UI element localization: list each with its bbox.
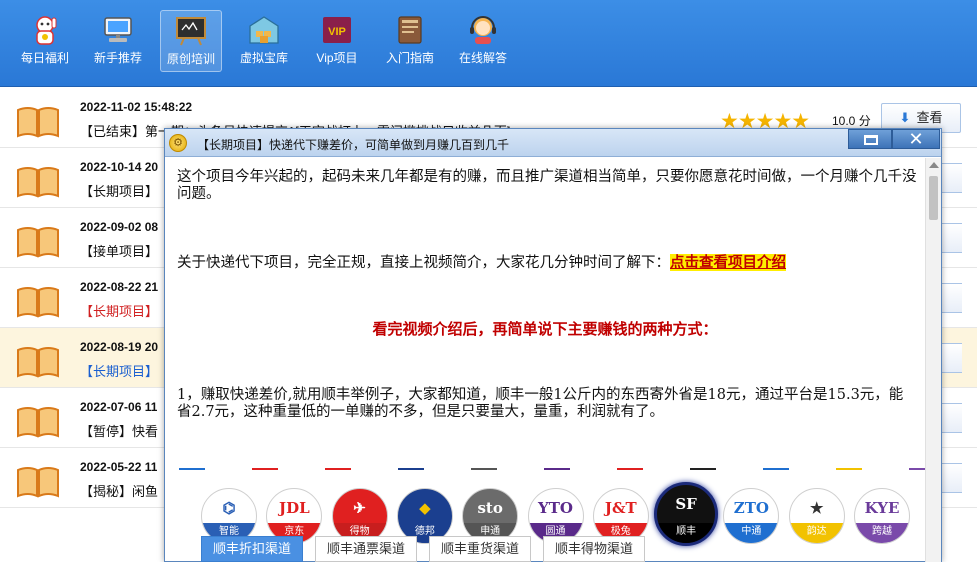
video-paragraph: 关于快递代下项目，完全正规，直接上视频简介，大家花几分钟时间了解下：点击查看项目… <box>177 251 917 272</box>
section-heading: 看完视频介绍后，再简单说下主要赚钱的两种方式： <box>372 320 718 338</box>
open-book-icon <box>17 467 59 498</box>
color-divider <box>175 468 925 470</box>
courier-mark: ZTO <box>733 499 769 517</box>
toolbar-item-virtual-treasury[interactable]: 虚拟宝库 <box>233 10 295 72</box>
computer-icon <box>104 17 132 42</box>
download-arrow-icon: ⬇ <box>899 110 911 125</box>
divider-dash <box>763 468 789 470</box>
toolbar-item-label: 入门指南 <box>385 51 434 65</box>
toolbar-item-label: 原创培训 <box>166 52 215 66</box>
divider-dash <box>325 468 351 470</box>
toolbar-item-label: 虚拟宝库 <box>239 51 288 65</box>
svg-text:VIP: VIP <box>328 26 346 38</box>
toolbar-item-original-training[interactable]: 原创培训 <box>160 10 222 72</box>
row-date: 2022-07-06 11 <box>80 400 158 414</box>
courier-mark: JDL <box>278 499 310 517</box>
video-text: 关于快递代下项目，完全正规，直接上视频简介，大家花几分钟时间了解下： <box>177 255 670 271</box>
blackboard-icon <box>176 17 206 46</box>
tab-sf-heavy[interactable]: 顺丰重货渠道 <box>429 536 531 562</box>
courier-mark: ⌬ <box>222 499 236 517</box>
support-agent-icon <box>470 16 496 44</box>
toolbar-item-label: 在线解答 <box>458 51 507 65</box>
main-toolbar: 每日福利 新手推荐 原创培训 虚拟宝库 VIP Vip项目 入门指南 在线解答 <box>0 0 977 87</box>
open-book-icon <box>17 167 59 198</box>
channel-tabs: 顺丰折扣渠道 顺丰通票渠道 顺丰重货渠道 顺丰得物渠道 <box>201 536 921 562</box>
dialog-content: 这个项目今年兴起的，起码未来几年都是有的赚，而且推广渠道相当简单，只要你愿意花时… <box>165 158 925 562</box>
toolbar-item-beginner-guide[interactable]: 入门指南 <box>379 10 441 72</box>
maximize-button[interactable] <box>848 129 892 149</box>
divider-dash <box>398 468 424 470</box>
row-date: 2022-09-02 08 <box>80 220 159 234</box>
open-book-icon <box>17 227 59 258</box>
divider-dash <box>690 468 716 470</box>
row-date: 2022-08-19 20 <box>80 340 159 354</box>
maximize-icon <box>864 135 878 145</box>
toolbar-item-newbie[interactable]: 新手推荐 <box>87 10 149 72</box>
courier-mark: ★ <box>809 499 824 517</box>
scroll-thumb[interactable] <box>929 176 938 220</box>
row-date: 2022-11-02 15:48:22 <box>80 100 193 114</box>
courier-mark: ◆ <box>419 499 431 517</box>
toolbar-item-online-answers[interactable]: 在线解答 <box>452 10 514 72</box>
row-date: 2022-10-14 20 <box>80 160 159 174</box>
courier-mark: YTO <box>538 499 573 517</box>
app-logo-icon: ⚙ <box>169 134 187 152</box>
divider-dash <box>836 468 862 470</box>
divider-dash <box>252 468 278 470</box>
scroll-up-arrow-icon[interactable] <box>929 162 939 168</box>
close-icon: ✕ <box>908 129 924 149</box>
lucky-cat-icon <box>36 16 57 45</box>
toolbar-item-daily-welfare[interactable]: 每日福利 <box>14 10 76 72</box>
courier-mark: ✈ <box>353 499 366 517</box>
courier-mark: SF <box>675 495 697 513</box>
toolbar-item-label: Vip项目 <box>316 51 358 65</box>
row-date: 2022-05-22 11 <box>80 460 158 474</box>
courier-mark: KYE <box>864 499 900 517</box>
divider-dash <box>617 468 643 470</box>
courier-mark: sto <box>477 499 503 517</box>
vip-icon: VIP <box>323 17 351 43</box>
warehouse-icon <box>249 16 279 44</box>
close-button[interactable]: ✕ <box>892 129 940 149</box>
open-book-icon <box>17 287 59 318</box>
view-intro-link[interactable]: 点击查看项目介绍 <box>670 254 786 271</box>
tab-sf-dewu[interactable]: 顺丰得物渠道 <box>543 536 645 562</box>
toolbar-item-label: 每日福利 <box>20 51 69 65</box>
divider-dash <box>909 468 925 470</box>
tab-sf-general[interactable]: 顺丰通票渠道 <box>315 536 417 562</box>
divider-dash <box>544 468 570 470</box>
toolbar-item-label: 新手推荐 <box>93 51 142 65</box>
dialog-caption: 【长期项目】快递代下赚差价，可简单做到月赚几百到几千 <box>197 138 510 152</box>
open-book-icon <box>17 407 59 438</box>
method-paragraph: 1，赚取快递差价,就用顺丰举例子，大家都知道，顺丰一般1公斤内的东西寄外省是18… <box>177 387 904 420</box>
project-detail-dialog: ⚙ 【长期项目】快递代下赚差价，可简单做到月赚几百到几千 ✕ 这个项目今年兴起的… <box>164 128 942 562</box>
divider-dash <box>471 468 497 470</box>
view-button-label: 查看 <box>916 110 943 125</box>
book-guide-icon <box>398 16 422 44</box>
open-book-icon <box>17 347 59 378</box>
courier-mark: J&T <box>604 499 637 517</box>
intro-paragraph: 这个项目今年兴起的，起码未来几年都是有的赚，而且推广渠道相当简单，只要你愿意花时… <box>177 169 917 202</box>
dialog-title-bar[interactable]: ⚙ 【长期项目】快递代下赚差价，可简单做到月赚几百到几千 ✕ <box>165 129 941 157</box>
row-score: 10.0 分 <box>832 114 871 128</box>
divider-dash <box>179 468 205 470</box>
row-date: 2022-08-22 21 <box>80 280 159 294</box>
open-book-icon <box>17 107 59 138</box>
toolbar-item-vip-projects[interactable]: VIP Vip项目 <box>306 10 368 72</box>
dialog-scrollbar[interactable] <box>925 158 941 562</box>
tab-sf-discount[interactable]: 顺丰折扣渠道 <box>201 536 303 562</box>
